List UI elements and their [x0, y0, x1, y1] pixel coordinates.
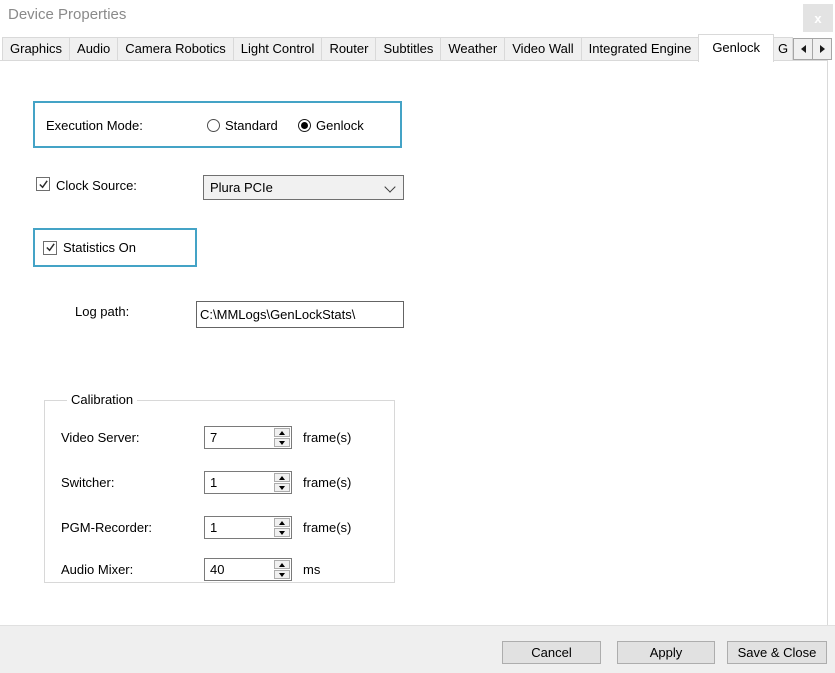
device-properties-window: Device Properties x Graphics Audio Camer…	[0, 0, 835, 673]
save-and-close-button[interactable]: Save & Close	[727, 641, 827, 664]
tab-scroll-right-button[interactable]	[812, 38, 832, 60]
switcher-unit: frame(s)	[303, 475, 351, 490]
up-arrow-icon	[279, 476, 285, 480]
spin-up-button[interactable]	[274, 518, 290, 527]
standard-radio-label: Standard	[225, 118, 278, 133]
down-arrow-icon	[279, 441, 285, 445]
execution-mode-genlock-radio[interactable]: Genlock	[298, 118, 364, 133]
audio-mixer-label: Audio Mixer:	[61, 562, 133, 577]
calibration-group-title: Calibration	[67, 392, 137, 407]
spin-up-button[interactable]	[274, 428, 290, 437]
window-title: Device Properties	[8, 6, 126, 23]
down-arrow-icon	[279, 573, 285, 577]
spin-down-button[interactable]	[274, 483, 290, 492]
pgm-recorder-spinner[interactable]: 1	[204, 516, 292, 539]
checkmark-icon	[45, 242, 56, 253]
close-icon: x	[814, 11, 821, 26]
execution-mode-group: Execution Mode: Standard Genlock	[33, 101, 402, 148]
video-server-spinner[interactable]: 7	[204, 426, 292, 449]
statistics-on-checkbox[interactable]	[43, 241, 57, 255]
audio-mixer-value: 40	[210, 562, 224, 577]
left-arrow-icon	[801, 45, 806, 53]
calibration-group: Calibration Video Server: 7 frame(s) Swi…	[44, 400, 395, 583]
tab-video-wall[interactable]: Video Wall	[504, 37, 581, 61]
clock-source-select[interactable]: Plura PCIe	[203, 175, 404, 200]
statistics-on-label: Statistics On	[63, 240, 136, 255]
apply-button[interactable]: Apply	[617, 641, 715, 664]
pgm-recorder-label: PGM-Recorder:	[61, 520, 152, 535]
pgm-recorder-unit: frame(s)	[303, 520, 351, 535]
spin-up-button[interactable]	[274, 560, 290, 569]
close-button[interactable]: x	[803, 4, 833, 32]
audio-mixer-unit: ms	[303, 562, 320, 577]
calibration-row-pgm-recorder: PGM-Recorder: 1 frame(s)	[45, 516, 394, 539]
calibration-row-switcher: Switcher: 1 frame(s)	[45, 471, 394, 494]
checkmark-icon	[38, 179, 49, 190]
right-arrow-icon	[820, 45, 825, 53]
execution-mode-standard-radio[interactable]: Standard	[207, 118, 278, 133]
execution-mode-label: Execution Mode:	[46, 118, 143, 133]
tab-router[interactable]: Router	[321, 37, 376, 61]
dialog-footer: Cancel Apply Save & Close	[0, 625, 835, 673]
clock-source-checkbox[interactable]	[36, 177, 50, 191]
switcher-value: 1	[210, 475, 217, 490]
log-path-input[interactable]	[196, 301, 404, 328]
tab-weather[interactable]: Weather	[440, 37, 505, 61]
tab-scroll-buttons	[793, 38, 831, 60]
up-arrow-icon	[279, 431, 285, 435]
tab-graphics[interactable]: Graphics	[2, 37, 70, 61]
tab-camera-robotics[interactable]: Camera Robotics	[117, 37, 233, 61]
tab-overflow-clipped[interactable]: G	[773, 37, 793, 61]
down-arrow-icon	[279, 486, 285, 490]
up-arrow-icon	[279, 563, 285, 567]
audio-mixer-spinner[interactable]: 40	[204, 558, 292, 581]
switcher-spinner[interactable]: 1	[204, 471, 292, 494]
spin-down-button[interactable]	[274, 528, 290, 537]
spinner-buttons	[274, 560, 290, 579]
down-arrow-icon	[279, 531, 285, 535]
statistics-group: Statistics On	[33, 228, 197, 267]
up-arrow-icon	[279, 521, 285, 525]
genlock-radio-label: Genlock	[316, 118, 364, 133]
tab-bar: Graphics Audio Camera Robotics Light Con…	[2, 37, 792, 61]
switcher-label: Switcher:	[61, 475, 114, 490]
tab-audio[interactable]: Audio	[69, 37, 118, 61]
spin-down-button[interactable]	[274, 570, 290, 579]
video-server-label: Video Server:	[61, 430, 140, 445]
chevron-down-icon	[384, 181, 395, 192]
calibration-row-audio-mixer: Audio Mixer: 40 ms	[45, 558, 394, 581]
spinner-buttons	[274, 518, 290, 537]
clock-source-value: Plura PCIe	[204, 180, 273, 195]
tab-light-control[interactable]: Light Control	[233, 37, 323, 61]
clock-source-label: Clock Source:	[56, 178, 137, 193]
radio-icon	[207, 119, 220, 132]
spinner-buttons	[274, 428, 290, 447]
spinner-buttons	[274, 473, 290, 492]
genlock-tab-page: Execution Mode: Standard Genlock Clock S…	[0, 60, 828, 625]
tab-scroll-left-button[interactable]	[793, 38, 813, 60]
video-server-unit: frame(s)	[303, 430, 351, 445]
tab-genlock[interactable]: Genlock	[698, 34, 774, 62]
log-path-label: Log path:	[75, 304, 129, 319]
pgm-recorder-value: 1	[210, 520, 217, 535]
spin-down-button[interactable]	[274, 438, 290, 447]
spin-up-button[interactable]	[274, 473, 290, 482]
tab-integrated-engine[interactable]: Integrated Engine	[581, 37, 700, 61]
video-server-value: 7	[210, 430, 217, 445]
calibration-row-video-server: Video Server: 7 frame(s)	[45, 426, 394, 449]
tab-subtitles[interactable]: Subtitles	[375, 37, 441, 61]
cancel-button[interactable]: Cancel	[502, 641, 601, 664]
radio-selected-icon	[298, 119, 311, 132]
